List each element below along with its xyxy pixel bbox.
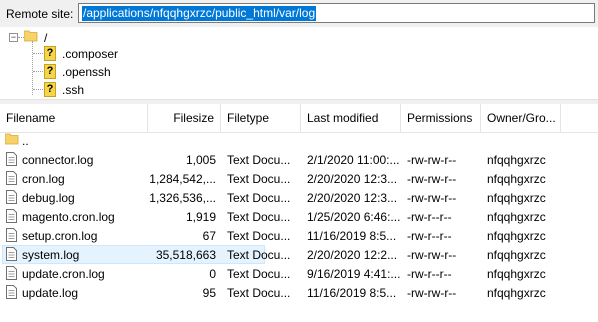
table-row[interactable]: setup.cron.log 67 Text Docu... 11/16/2019 8… [0, 226, 598, 245]
column-header-owner-group[interactable]: Owner/Gro... [481, 104, 561, 132]
question-folder-icon: ? [44, 82, 56, 97]
file-permissions: -rw-r--r-- [407, 210, 452, 224]
file-permissions: -rw-rw-r-- [407, 153, 457, 167]
list-item-parent[interactable]: .. [0, 131, 598, 150]
file-owner: nfqqhgxrzc [487, 229, 546, 243]
table-row[interactable]: update.log 95 Text Docu... 11/16/2019 8:5..… [0, 283, 598, 302]
file-permissions: -rw-rw-r-- [407, 172, 457, 186]
file-size: 1,284,542,... [149, 172, 216, 186]
text-file-icon [6, 247, 17, 261]
file-list-header: Filename Filesize Filetype Last modified… [0, 104, 598, 133]
remote-site-input[interactable]: /applications/nfqqhgxrzc/public_html/var… [78, 3, 595, 23]
file-owner: nfqqhgxrzc [487, 286, 546, 300]
file-type: Text Docu... [227, 153, 291, 167]
table-row[interactable]: debug.log 1,326,536,... Text Docu... 2/20/2… [0, 188, 598, 207]
file-type: Text Docu... [227, 210, 291, 224]
text-file-icon [6, 190, 17, 204]
file-modified: 11/16/2019 8:5... [307, 286, 397, 300]
tree-item-ssh[interactable]: ? .ssh [0, 81, 200, 99]
remote-site-label: Remote site: [6, 7, 74, 21]
file-permissions: -rw-rw-r-- [407, 286, 457, 300]
file-permissions: -rw-rw-r-- [407, 191, 457, 205]
file-owner: nfqqhgxrzc [487, 248, 546, 262]
column-header-filesize[interactable]: Filesize [148, 104, 221, 132]
file-size: 95 [202, 286, 216, 300]
column-header-filename[interactable]: Filename [0, 104, 148, 132]
text-file-icon [6, 285, 17, 299]
file-name: system.log [22, 248, 80, 262]
table-row[interactable]: connector.log 1,005 Text Docu... 2/1/2020 1… [0, 150, 598, 169]
file-type: Text Docu... [227, 191, 291, 205]
question-folder-icon: ? [44, 46, 56, 61]
table-row[interactable]: update.cron.log 0 Text Docu... 9/16/2019 4:… [0, 264, 598, 283]
file-name: setup.cron.log [22, 229, 98, 243]
file-modified: 11/16/2019 8:5... [307, 229, 397, 243]
remote-site-path[interactable]: /applications/nfqqhgxrzc/public_html/var… [82, 6, 317, 21]
column-header-permissions[interactable]: Permissions [401, 104, 481, 132]
tree-item-label: / [44, 31, 48, 45]
question-folder-icon: ? [44, 64, 56, 79]
remote-directory-tree: − / ? .composer ? .openssh ? .ssh [0, 27, 598, 99]
file-type: Text Docu... [227, 286, 291, 300]
tree-item-openssh[interactable]: ? .openssh [0, 63, 200, 81]
text-file-icon [6, 209, 17, 223]
file-size: 0 [209, 267, 216, 281]
file-owner: nfqqhgxrzc [487, 153, 546, 167]
file-name: update.log [22, 286, 79, 300]
file-owner: nfqqhgxrzc [487, 267, 546, 281]
tree-item-label: .openssh [62, 65, 111, 79]
column-header-filetype[interactable]: Filetype [221, 104, 301, 132]
file-type: Text Docu... [227, 229, 291, 243]
file-modified: 2/20/2020 12:2... [307, 248, 398, 262]
file-permissions: -rw-rw-r-- [407, 248, 457, 262]
file-modified: 1/25/2020 6:46:... [307, 210, 401, 224]
file-size: 1,005 [185, 153, 216, 167]
file-type: Text Docu... [227, 248, 291, 262]
file-name: debug.log [22, 191, 75, 205]
table-row[interactable]: system.log 35,518,663 Text Docu... 2/20/202… [0, 245, 598, 264]
collapse-expander-icon[interactable]: − [9, 33, 18, 42]
file-name: .. [22, 134, 29, 148]
file-name: connector.log [22, 153, 94, 167]
file-type: Text Docu... [227, 172, 291, 186]
file-name: cron.log [22, 172, 65, 186]
file-size: 67 [202, 229, 216, 243]
file-owner: nfqqhgxrzc [487, 210, 546, 224]
text-file-icon [6, 266, 17, 280]
file-name: magento.cron.log [22, 210, 115, 224]
tree-item-label: .ssh [62, 83, 85, 97]
file-name: update.cron.log [22, 267, 105, 281]
folder-icon [5, 133, 19, 145]
file-modified: 2/20/2020 12:3... [307, 172, 398, 186]
text-file-icon [6, 152, 17, 166]
table-row[interactable]: magento.cron.log 1,919 Text Docu... 1/25/20… [0, 207, 598, 226]
remote-site-bar: Remote site: /applications/nfqqhgxrzc/pu… [0, 0, 598, 27]
file-type: Text Docu... [227, 267, 291, 281]
file-modified: 2/1/2020 11:00:... [307, 153, 400, 167]
tree-item-label: .composer [62, 47, 119, 61]
file-size: 1,326,536,... [149, 191, 216, 205]
text-file-icon [6, 228, 17, 242]
file-size: 1,919 [185, 210, 216, 224]
file-modified: 9/16/2019 4:41:... [307, 267, 401, 281]
file-permissions: -rw-r--r-- [407, 229, 452, 243]
folder-icon [24, 30, 38, 42]
column-header-last-modified[interactable]: Last modified [301, 104, 401, 132]
file-size: 35,518,663 [155, 248, 216, 262]
table-row[interactable]: cron.log 1,284,542,... Text Docu... 2/20/20… [0, 169, 598, 188]
file-modified: 2/20/2020 12:3... [307, 191, 398, 205]
text-file-icon [6, 171, 17, 185]
file-permissions: -rw-r--r-- [407, 267, 452, 281]
file-owner: nfqqhgxrzc [487, 191, 546, 205]
tree-item-composer[interactable]: ? .composer [0, 45, 200, 63]
file-owner: nfqqhgxrzc [487, 172, 546, 186]
